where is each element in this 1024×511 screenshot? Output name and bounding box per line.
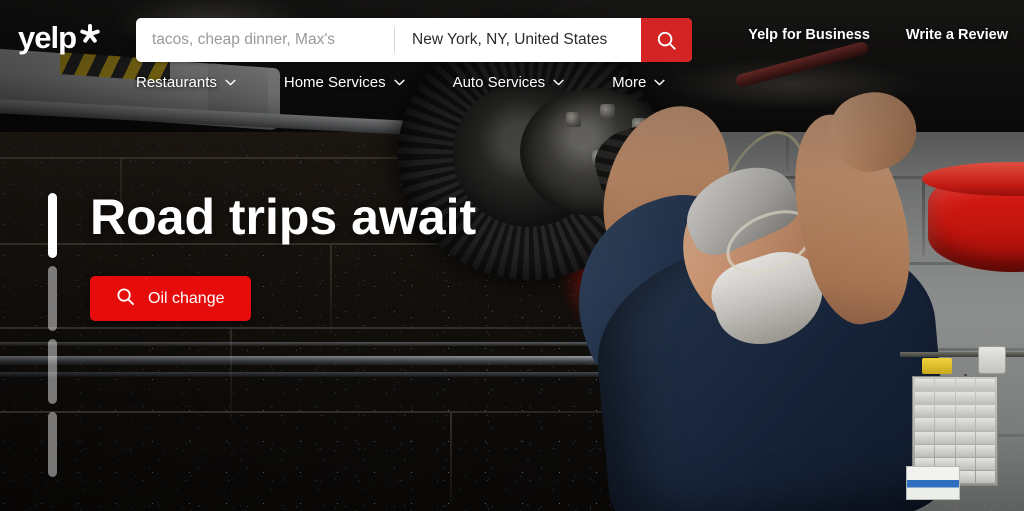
nav-item-auto-services[interactable]: Auto Services <box>453 74 565 91</box>
nav-item-more[interactable]: More <box>612 74 665 91</box>
search-submit-button[interactable] <box>641 18 692 62</box>
write-a-review-link[interactable]: Write a Review <box>906 27 1008 43</box>
nav-label: Restaurants <box>136 74 217 91</box>
search-icon <box>656 30 677 51</box>
nav-label: Auto Services <box>452 74 546 91</box>
carousel-indicator-1[interactable] <box>48 193 57 258</box>
yelp-logo[interactable]: yelp <box>18 20 101 55</box>
carousel-indicators[interactable] <box>48 193 57 477</box>
carousel-indicator-2[interactable] <box>48 266 57 331</box>
hero-cta-label: Oil change <box>148 289 225 307</box>
category-nav: Restaurants Home Services Auto Services … <box>136 74 665 91</box>
chevron-down-icon <box>553 79 564 86</box>
carousel-indicator-4[interactable] <box>48 412 57 477</box>
search-bar <box>136 18 692 62</box>
search-find-field[interactable] <box>136 18 394 62</box>
search-input[interactable] <box>136 18 394 62</box>
location-input[interactable] <box>394 18 641 62</box>
yelp-logo-text: yelp <box>18 20 77 55</box>
yelp-for-business-link[interactable]: Yelp for Business <box>748 27 870 43</box>
chevron-down-icon <box>393 79 405 86</box>
nav-label: More <box>612 74 647 91</box>
search-icon <box>116 287 135 311</box>
carousel-indicator-3[interactable] <box>48 339 57 404</box>
hero-cta-button[interactable]: Oil change <box>90 276 251 321</box>
hero-title: Road trips await <box>90 189 477 245</box>
chevron-down-icon <box>225 79 236 86</box>
nav-label: Home Services <box>283 74 386 91</box>
chevron-down-icon <box>654 79 665 86</box>
site-header: yelp Yelp for Business <box>0 0 1024 112</box>
header-links: Yelp for Business Write a Review <box>748 27 1008 43</box>
yelp-burst-icon <box>79 23 101 47</box>
nav-item-home-services[interactable]: Home Services <box>284 74 405 91</box>
yelp-homepage: Road trips await Oil change yelp tacos, … <box>0 0 1024 511</box>
nav-item-restaurants[interactable]: Restaurants <box>136 74 236 91</box>
search-location-field[interactable] <box>394 18 641 62</box>
